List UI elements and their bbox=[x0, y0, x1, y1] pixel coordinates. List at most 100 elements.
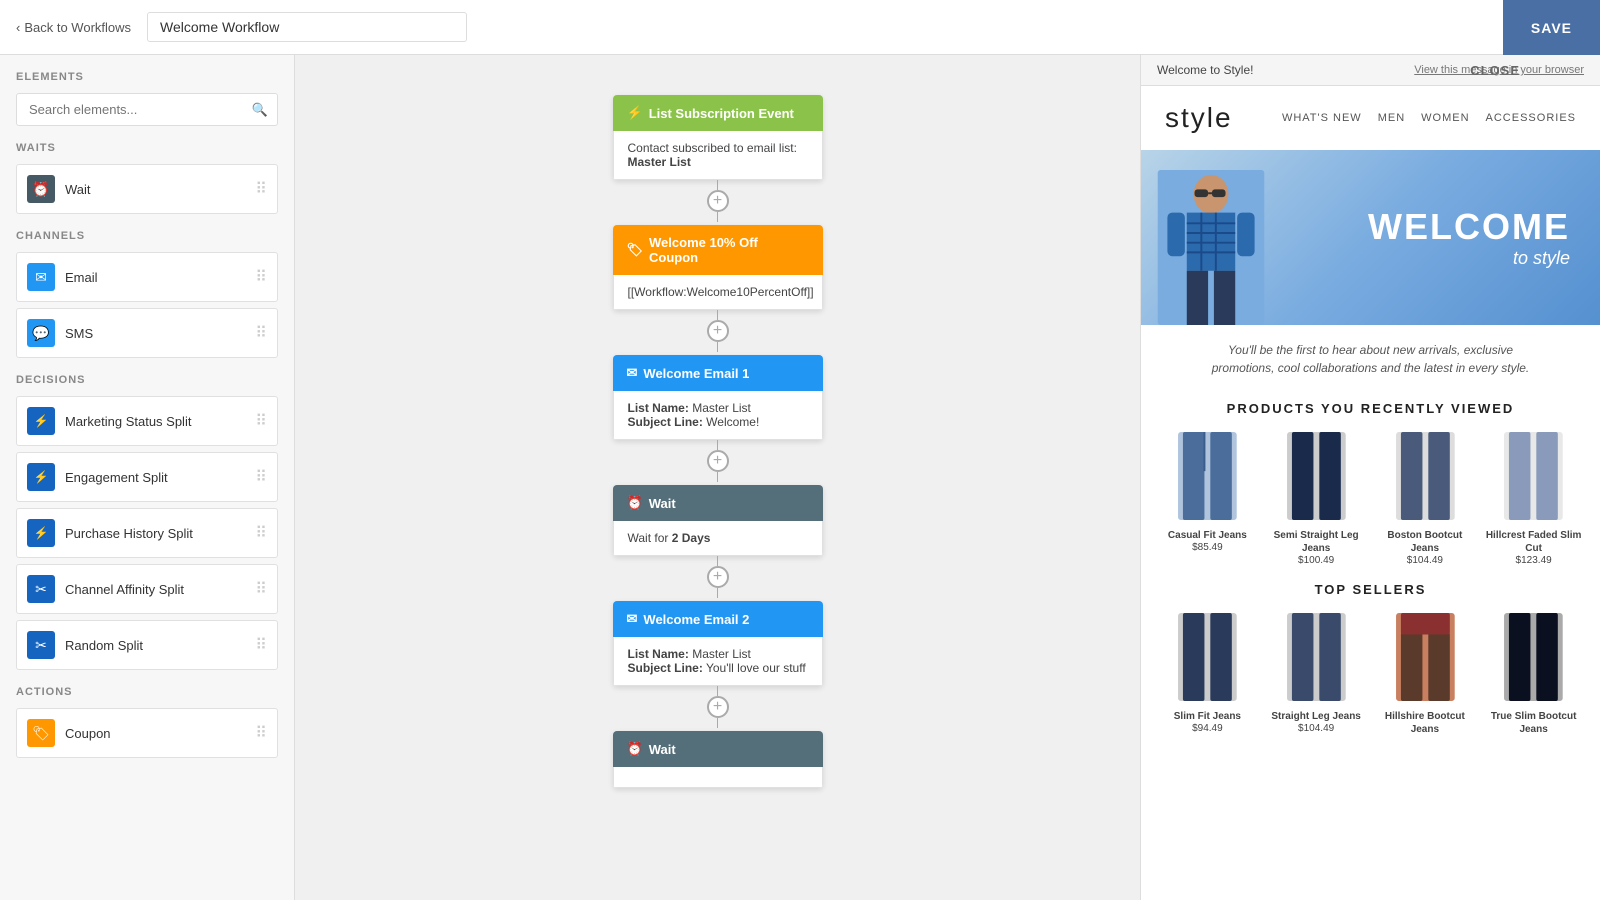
product-image bbox=[1483, 613, 1584, 701]
actions-section-title: ACTIONS bbox=[16, 686, 278, 698]
product-item: Slim Fit Jeans $94.49 bbox=[1157, 613, 1258, 736]
product-item: Semi Straight Leg Jeans $100.49 bbox=[1266, 432, 1367, 566]
nav-whats-new: WHAT'S NEW bbox=[1282, 112, 1362, 124]
main-layout: ELEMENTS 🔍 WAITS ⏰ Wait ⠿ CHANNELS ✉ Ema… bbox=[0, 55, 1600, 900]
product-item: True Slim Bootcut Jeans bbox=[1483, 613, 1584, 736]
node-body-bold: Master List bbox=[628, 155, 691, 169]
marketing-split-icon: ⚡ bbox=[27, 407, 55, 435]
email-element[interactable]: ✉ Email ⠿ bbox=[16, 252, 278, 302]
email-preview-panel: Welcome to Style! View this message in y… bbox=[1140, 55, 1600, 900]
add-node-button-5[interactable]: + bbox=[707, 696, 729, 718]
welcome-email-1-node[interactable]: ✉ Welcome Email 1 List Name: Master List… bbox=[613, 355, 823, 440]
nav-accessories: ACCESSORIES bbox=[1486, 112, 1576, 124]
node-icon: 🏷 bbox=[627, 242, 644, 258]
channel-affinity-split-element[interactable]: ✂ Channel Affinity Split ⠿ bbox=[16, 564, 278, 614]
nav-women: WOMEN bbox=[1421, 112, 1469, 124]
connector-3: + bbox=[707, 440, 729, 485]
engagement-split-icon: ⚡ bbox=[27, 463, 55, 491]
product-name: Hillshire Bootcut Jeans bbox=[1375, 710, 1476, 736]
product-item: Boston Bootcut Jeans $104.49 bbox=[1375, 432, 1476, 566]
email-brand-header: style WHAT'S NEW MEN WOMEN ACCESSORIES bbox=[1141, 86, 1600, 150]
node-icon: ⏰ bbox=[627, 741, 643, 757]
search-box: 🔍 bbox=[16, 93, 278, 126]
search-input[interactable] bbox=[16, 93, 278, 126]
product-name: Slim Fit Jeans bbox=[1157, 710, 1258, 723]
drag-handle[interactable]: ⠿ bbox=[255, 323, 267, 343]
drag-handle[interactable]: ⠿ bbox=[255, 635, 267, 655]
welcome-email-2-node[interactable]: ✉ Welcome Email 2 List Name: Master List… bbox=[613, 601, 823, 686]
drag-handle[interactable]: ⠿ bbox=[255, 523, 267, 543]
engagement-split-element[interactable]: ⚡ Engagement Split ⠿ bbox=[16, 452, 278, 502]
workflow-name-input[interactable] bbox=[147, 12, 467, 42]
random-split-icon: ✂ bbox=[27, 631, 55, 659]
product-price: $104.49 bbox=[1375, 555, 1476, 566]
brand-logo: style bbox=[1165, 102, 1233, 134]
product-image bbox=[1266, 613, 1367, 701]
node-body-line1: Wait for 2 Days bbox=[628, 531, 711, 545]
wait-label: Wait bbox=[65, 182, 91, 197]
add-node-button-4[interactable]: + bbox=[707, 566, 729, 588]
recently-viewed-products: Casual Fit Jeans $85.49 Semi Straight Le… bbox=[1141, 424, 1600, 574]
coupon-node[interactable]: 🏷 Welcome 10% Off Coupon [[Workflow:Welc… bbox=[613, 225, 823, 310]
wait-2-node[interactable]: ⏰ Wait bbox=[613, 731, 823, 788]
node-header-label: Welcome Email 2 bbox=[643, 612, 749, 627]
top-sellers-products: Slim Fit Jeans $94.49 Straight Leg Jeans… bbox=[1141, 605, 1600, 744]
product-image bbox=[1157, 613, 1258, 701]
product-price: $104.49 bbox=[1266, 723, 1367, 734]
decisions-section-title: DECISIONS bbox=[16, 374, 278, 386]
node-body-line2: Subject Line: You'll love our stuff bbox=[628, 661, 806, 675]
product-name: Straight Leg Jeans bbox=[1266, 710, 1367, 723]
wait-element[interactable]: ⏰ Wait ⠿ bbox=[16, 164, 278, 214]
purchase-history-split-element[interactable]: ⚡ Purchase History Split ⠿ bbox=[16, 508, 278, 558]
coupon-element[interactable]: 🏷 Coupon ⠿ bbox=[16, 708, 278, 758]
product-item: Casual Fit Jeans $85.49 bbox=[1157, 432, 1258, 566]
product-name: True Slim Bootcut Jeans bbox=[1483, 710, 1584, 736]
hero-title: WELCOME bbox=[1368, 206, 1570, 248]
sidebar: ELEMENTS 🔍 WAITS ⏰ Wait ⠿ CHANNELS ✉ Ema… bbox=[0, 55, 295, 900]
save-button[interactable]: SAVE bbox=[1503, 0, 1600, 55]
node-header-label: Wait bbox=[649, 496, 676, 511]
workflow-canvas[interactable]: ⚡ List Subscription Event Contact subscr… bbox=[295, 55, 1140, 900]
node-body-line1: List Name: Master List bbox=[628, 401, 751, 415]
node-header-label: Welcome Email 1 bbox=[643, 366, 749, 381]
node-icon: ✉ bbox=[627, 611, 638, 627]
product-name: Semi Straight Leg Jeans bbox=[1266, 529, 1367, 555]
random-split-element[interactable]: ✂ Random Split ⠿ bbox=[16, 620, 278, 670]
connector-4: + bbox=[707, 556, 729, 601]
product-price: $123.49 bbox=[1483, 555, 1584, 566]
preview-close-button[interactable]: CLOSE bbox=[1470, 63, 1520, 78]
add-node-button-2[interactable]: + bbox=[707, 320, 729, 342]
hero-subtitle: to style bbox=[1368, 248, 1570, 269]
node-body-line2: Subject Line: Welcome! bbox=[628, 415, 760, 429]
product-name: Casual Fit Jeans bbox=[1157, 529, 1258, 542]
drag-handle[interactable]: ⠿ bbox=[255, 411, 267, 431]
preview-email-subject: Welcome to Style! bbox=[1157, 63, 1253, 77]
email-icon: ✉ bbox=[27, 263, 55, 291]
product-price: $100.49 bbox=[1266, 555, 1367, 566]
wait-icon: ⏰ bbox=[27, 175, 55, 203]
email-tagline: You'll be the first to hear about new ar… bbox=[1141, 325, 1600, 393]
marketing-status-split-element[interactable]: ⚡ Marketing Status Split ⠿ bbox=[16, 396, 278, 446]
drag-handle[interactable]: ⠿ bbox=[255, 179, 267, 199]
purchase-split-label: Purchase History Split bbox=[65, 526, 193, 541]
product-price: $85.49 bbox=[1157, 542, 1258, 553]
product-item: Hillcrest Faded Slim Cut $123.49 bbox=[1483, 432, 1584, 566]
back-to-workflows-link[interactable]: ‹ Back to Workflows bbox=[16, 20, 131, 35]
add-node-button-1[interactable]: + bbox=[707, 190, 729, 212]
drag-handle[interactable]: ⠿ bbox=[255, 267, 267, 287]
preview-header: Welcome to Style! View this message in y… bbox=[1141, 55, 1600, 86]
product-image bbox=[1375, 613, 1476, 701]
add-node-button-3[interactable]: + bbox=[707, 450, 729, 472]
drag-handle[interactable]: ⠿ bbox=[255, 579, 267, 599]
list-subscription-node[interactable]: ⚡ List Subscription Event Contact subscr… bbox=[613, 95, 823, 180]
drag-handle[interactable]: ⠿ bbox=[255, 723, 267, 743]
sms-element[interactable]: 💬 SMS ⠿ bbox=[16, 308, 278, 358]
node-header-label: Welcome 10% Off Coupon bbox=[649, 235, 808, 265]
coupon-label: Coupon bbox=[65, 726, 111, 741]
email-hero: WELCOME to style bbox=[1141, 150, 1600, 325]
wait-1-node[interactable]: ⏰ Wait Wait for 2 Days bbox=[613, 485, 823, 556]
drag-handle[interactable]: ⠿ bbox=[255, 467, 267, 487]
canvas-inner: ⚡ List Subscription Event Contact subscr… bbox=[295, 55, 1140, 900]
hero-person-image bbox=[1156, 170, 1266, 325]
product-image bbox=[1157, 432, 1258, 520]
